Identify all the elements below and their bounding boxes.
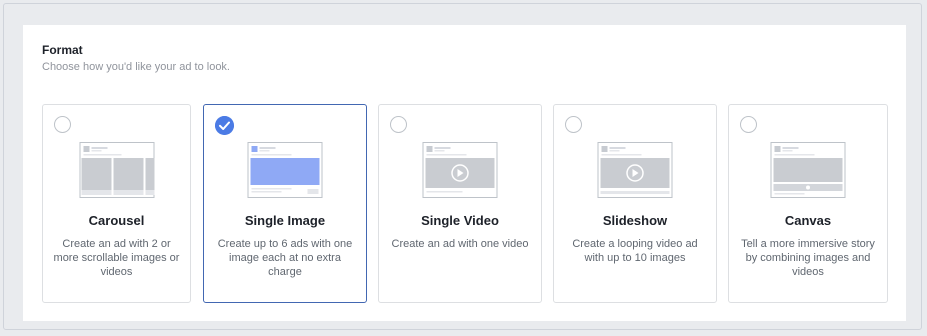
checkmark-icon[interactable] [215, 116, 234, 135]
format-card-single-video[interactable]: Single Video Create an ad with one video [378, 104, 542, 303]
radio-icon[interactable] [54, 116, 71, 133]
format-description: Create a looping video ad with up to 10 … [572, 238, 698, 264]
canvas-thumbnail-icon [770, 142, 846, 198]
page-frame: Format Choose how you'd like your ad to … [3, 3, 922, 330]
format-description: Create an ad with one video [391, 238, 529, 250]
format-title: Single Video [421, 213, 499, 228]
radio-icon[interactable] [390, 116, 407, 133]
format-card-canvas[interactable]: Canvas Tell a more immersive story by co… [728, 104, 888, 303]
slideshow-thumbnail-icon [597, 142, 673, 198]
format-description: Create an ad with 2 or more scrollable i… [53, 238, 180, 278]
format-title: Canvas [784, 213, 832, 228]
format-title: Carousel [88, 213, 145, 228]
section-title: Format [42, 43, 83, 57]
carousel-thumbnail-icon [79, 142, 154, 198]
section-subtitle: Choose how you'd like your ad to look. [42, 61, 230, 73]
single-image-thumbnail-icon [247, 142, 323, 198]
video-thumbnail-icon [422, 142, 498, 198]
format-panel: Format Choose how you'd like your ad to … [23, 25, 906, 321]
format-card-carousel[interactable]: Carousel Create an ad with 2 or more scr… [42, 104, 191, 303]
format-title: Single Image [244, 213, 326, 228]
format-title: Slideshow [602, 213, 668, 228]
format-card-single-image[interactable]: Single Image Create up to 6 ads with one… [203, 104, 367, 303]
format-description: Tell a more immersive story by combining… [741, 238, 875, 278]
format-card-slideshow[interactable]: Slideshow Create a looping video ad with… [553, 104, 717, 303]
format-description: Create up to 6 ads with one image each a… [217, 238, 353, 278]
radio-icon[interactable] [565, 116, 582, 133]
radio-icon[interactable] [740, 116, 757, 133]
